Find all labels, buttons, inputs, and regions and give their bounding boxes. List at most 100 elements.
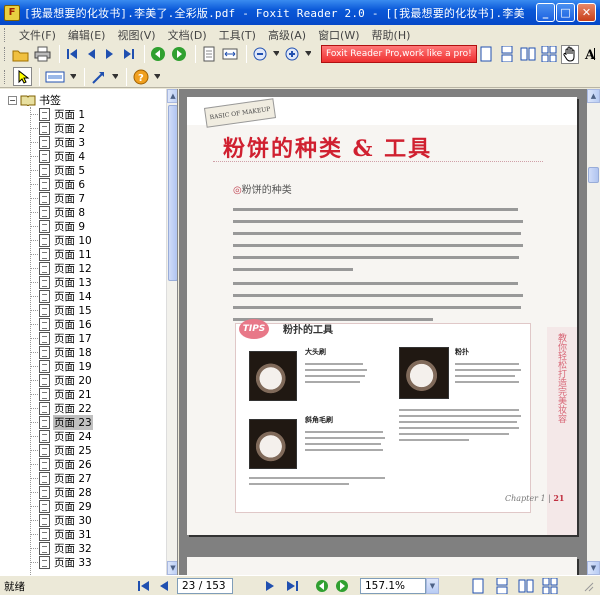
doc-scroll-down-icon[interactable]: ▼ [587,561,600,575]
scroll-down-arrow-icon[interactable]: ▼ [167,561,177,575]
bookmark-item[interactable]: 页面 19 [30,359,93,373]
bookmark-item[interactable]: 页面 3 [30,135,86,149]
bookmark-item[interactable]: 页面 27 [30,471,93,485]
menu-document[interactable]: 文档(D) [162,27,213,43]
text-select-icon[interactable]: A [582,45,600,64]
collapse-toggle-icon[interactable]: − [8,95,17,105]
page-number-input[interactable]: 23 / 153 [177,578,233,594]
bookmark-item[interactable]: 页面 9 [30,219,86,233]
continuous-facing-icon[interactable] [540,45,558,64]
bookmark-item[interactable]: 页面 12 [30,261,93,275]
bookmark-item[interactable]: 页面 28 [30,485,93,499]
status-next-page-icon[interactable] [262,578,278,594]
help-dropdown-icon[interactable] [153,67,161,86]
zoom-level-input[interactable]: 157.1% [360,578,426,594]
status-forward-icon[interactable] [334,578,350,594]
bookmark-item[interactable]: 页面 11 [30,247,93,261]
bookmark-item[interactable]: 页面 8 [30,205,86,219]
bookmark-item[interactable]: 页面 29 [30,499,93,513]
status-continuous-icon[interactable] [494,577,510,595]
document-scroll-thumb[interactable] [588,167,599,183]
continuous-page-icon[interactable] [498,45,516,64]
arrow-dropdown-icon[interactable] [111,67,119,86]
bookmark-item[interactable]: 页面 14 [30,289,93,303]
bookmark-item[interactable]: 页面 26 [30,457,93,471]
forward-view-icon[interactable] [170,45,188,64]
status-back-icon[interactable] [314,578,330,594]
bookmark-item[interactable]: 页面 31 [30,527,93,541]
tree-branch-line [30,505,38,507]
print-icon[interactable] [33,45,52,64]
scroll-up-arrow-icon[interactable]: ▲ [167,89,177,103]
status-first-page-icon[interactable] [136,578,152,594]
bookmark-item[interactable]: 页面 2 [30,121,86,135]
bookmark-item[interactable]: 页面 20 [30,373,93,387]
resize-grip-icon[interactable] [582,580,594,592]
single-page-icon[interactable] [477,45,495,64]
back-view-icon[interactable] [149,45,167,64]
bookmark-item[interactable]: 页面 1 [30,107,86,121]
foxit-app-icon[interactable]: F [4,4,20,21]
menu-window[interactable]: 窗口(W) [312,27,365,43]
menu-tools[interactable]: 工具(T) [213,27,262,43]
close-button[interactable]: ✕ [577,3,596,22]
bookmark-item[interactable]: 页面 6 [30,177,86,191]
status-prev-page-icon[interactable] [156,578,172,594]
bookmark-item[interactable]: 页面 22 [30,401,93,415]
minimize-button[interactable]: _ [536,3,555,22]
first-page-icon[interactable] [64,45,80,64]
maximize-button[interactable]: □ [556,3,575,22]
page-icon [39,499,50,513]
document-view[interactable]: BASIC OF MAKEUP 粉饼的种类 & 工具 ◎粉饼的种类 TIPS 粉… [179,89,600,575]
last-page-icon[interactable] [121,45,137,64]
bookmark-item[interactable]: 页面 33 [30,555,93,569]
status-facing-icon[interactable] [518,578,534,594]
zoom-in-dropdown-icon[interactable] [304,45,312,64]
bookmark-item[interactable]: 页面 24 [30,429,93,443]
bookmark-item[interactable]: 页面 25 [30,443,93,457]
bookmark-item[interactable]: 页面 30 [30,513,93,527]
zoom-out-icon[interactable] [251,45,269,64]
arrow-tool-icon[interactable] [89,67,108,86]
status-last-page-icon[interactable] [284,578,300,594]
zoom-in-icon[interactable] [283,45,301,64]
bookmark-item[interactable]: 页面 16 [30,317,93,331]
menu-file[interactable]: 文件(F) [13,27,62,43]
open-folder-icon[interactable] [11,45,30,64]
form-dropdown-icon[interactable] [69,67,77,86]
form-field-icon[interactable] [44,67,66,86]
foxit-pro-banner[interactable]: Foxit Reader Pro,work like a pro! [321,45,477,63]
bookmark-item[interactable]: 页面 15 [30,303,93,317]
zoom-dropdown-arrow-icon[interactable]: ▼ [426,578,439,594]
doc-scroll-up-icon[interactable]: ▲ [587,89,600,103]
bookmark-item[interactable]: 页面 32 [30,541,93,555]
bookmark-item[interactable]: 页面 4 [30,149,86,163]
select-cursor-icon[interactable] [13,67,32,86]
facing-page-icon[interactable] [519,45,537,64]
zoom-dropdown-icon[interactable] [272,45,280,64]
fit-width-icon[interactable] [221,45,239,64]
status-continuous-facing-icon[interactable] [542,577,558,595]
bookmarks-scroll-thumb[interactable] [168,105,177,281]
help-icon[interactable]: ? [131,67,150,86]
bookmark-item[interactable]: 页面 23 [30,414,93,430]
menu-view[interactable]: 视图(V) [111,27,161,43]
bookmark-item[interactable]: 页面 18 [30,345,93,359]
fit-page-icon[interactable] [200,45,218,64]
prev-page-icon[interactable] [83,45,99,64]
bookmark-item[interactable]: 页面 7 [30,191,86,205]
status-single-page-icon[interactable] [470,578,486,594]
next-page-icon[interactable] [102,45,118,64]
bookmark-root[interactable]: − 书签 [8,93,61,107]
bookmark-item[interactable]: 页面 21 [30,387,93,401]
menu-help[interactable]: 帮助(H) [366,27,417,43]
bookmark-item[interactable]: 页面 10 [30,233,93,247]
menu-edit[interactable]: 编辑(E) [62,27,112,43]
document-scrollbar[interactable]: ▲ ▼ [587,89,600,575]
bookmark-item[interactable]: 页面 5 [30,163,86,177]
menu-advanced[interactable]: 高级(A) [262,27,312,43]
hand-tool-icon[interactable] [560,44,579,64]
bookmark-item[interactable]: 页面 13 [30,275,93,289]
bookmark-item[interactable]: 页面 17 [30,331,93,345]
bookmarks-scrollbar[interactable]: ▲ ▼ [166,89,177,575]
